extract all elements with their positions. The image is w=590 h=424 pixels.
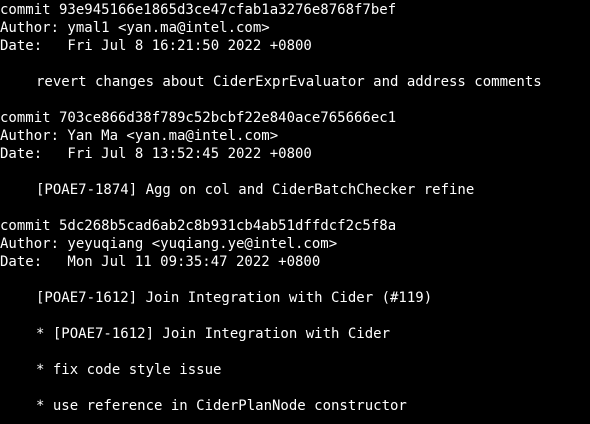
- commit-message-line: * use reference in CiderPlanNode constru…: [36, 398, 407, 414]
- commit-message-line: revert changes about CiderExprEvaluator …: [36, 74, 542, 90]
- commit-author-line: Author: ymal1 <yan.ma@intel.com>: [0, 20, 270, 36]
- commit-author-line: Author: yeyuqiang <yuqiang.ye@intel.com>: [0, 236, 338, 252]
- commit-hash-line: commit 5dc268b5cad6ab2c8b931cb4ab51dffdc…: [0, 218, 397, 234]
- commit-message-line: * [POAE7-1612] Join Integration with Cid…: [36, 326, 391, 342]
- commit-message-line: [POAE7-1612] Join Integration with Cider…: [36, 290, 433, 306]
- commit-hash-line: commit 93e945166e1865d3ce47cfab1a3276e87…: [0, 2, 397, 18]
- commit-date-line: Date: Mon Jul 11 09:35:47 2022 +0800: [0, 254, 321, 270]
- commit-date-line: Date: Fri Jul 8 13:52:45 2022 +0800: [0, 146, 312, 162]
- terminal-window[interactable]: commit 93e945166e1865d3ce47cfab1a3276e87…: [0, 0, 590, 424]
- commit-date-line: Date: Fri Jul 8 16:21:50 2022 +0800: [0, 38, 312, 54]
- commit-message-line: * fix code style issue: [36, 362, 222, 378]
- commit-hash-line: commit 703ce866d38f789c52bcbf22e840ace76…: [0, 110, 397, 126]
- commit-message-line: [POAE7-1874] Agg on col and CiderBatchCh…: [36, 182, 475, 198]
- commit-author-line: Author: Yan Ma <yan.ma@intel.com>: [0, 128, 279, 144]
